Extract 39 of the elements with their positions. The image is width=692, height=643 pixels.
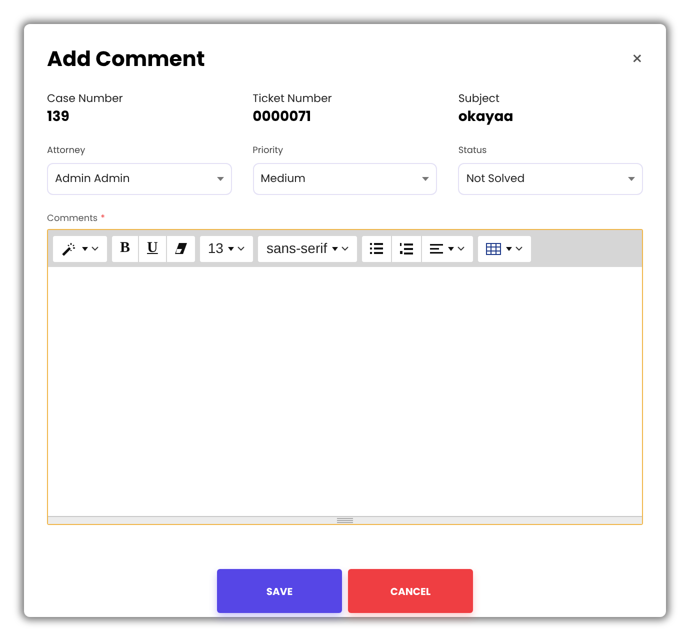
- dropdown-button[interactable]: sans-serif: [258, 236, 358, 262]
- toolbar-button[interactable]: [422, 236, 474, 262]
- align-left-icon: [430, 244, 444, 254]
- numbered-list-icon: [400, 242, 414, 254]
- field-label: Ticket Number: [252, 90, 333, 106]
- required-mark: *: [100, 212, 105, 226]
- dropdown-button[interactable]: 13: [200, 236, 254, 262]
- toolbar-button[interactable]: U: [139, 236, 167, 262]
- caret-icon: [628, 176, 635, 180]
- toolbar-button[interactable]: [392, 236, 422, 262]
- field-label: Subject: [458, 90, 500, 106]
- select-label: Priority: [252, 145, 284, 158]
- select-label: Attorney: [47, 145, 86, 158]
- grip-icon: [337, 518, 353, 523]
- comments-label: Comments: [47, 212, 98, 226]
- toolbar-button[interactable]: [478, 236, 532, 262]
- select-label: Status: [458, 145, 488, 158]
- select-field[interactable]: Medium: [252, 162, 438, 194]
- save-button[interactable]: SAVE: [217, 569, 342, 613]
- cancel-button[interactable]: CANCEL: [348, 569, 473, 613]
- field-value: 0000071: [252, 106, 312, 127]
- table-icon: [486, 242, 502, 254]
- field-value: 139: [47, 106, 70, 127]
- field-label: Case Number: [47, 90, 124, 106]
- select-field[interactable]: Admin Admin: [47, 162, 232, 194]
- eraser-icon: [174, 243, 187, 254]
- select-field[interactable]: Not Solved: [458, 162, 643, 194]
- field-value: okayaa: [458, 106, 514, 127]
- toolbar-button[interactable]: [166, 236, 195, 262]
- dialog-title: Add Comment: [47, 44, 205, 76]
- toolbar-button[interactable]: B: [112, 236, 140, 262]
- caret-icon: [422, 176, 430, 180]
- caret-icon: [216, 176, 224, 180]
- toolbar-button[interactable]: [53, 236, 107, 262]
- toolbar-button[interactable]: [362, 236, 392, 262]
- magic-wand-icon: [61, 242, 77, 256]
- resize-handle[interactable]: [48, 516, 642, 524]
- close-button[interactable]: ×: [631, 50, 643, 69]
- bullet-list-icon: [370, 243, 384, 254]
